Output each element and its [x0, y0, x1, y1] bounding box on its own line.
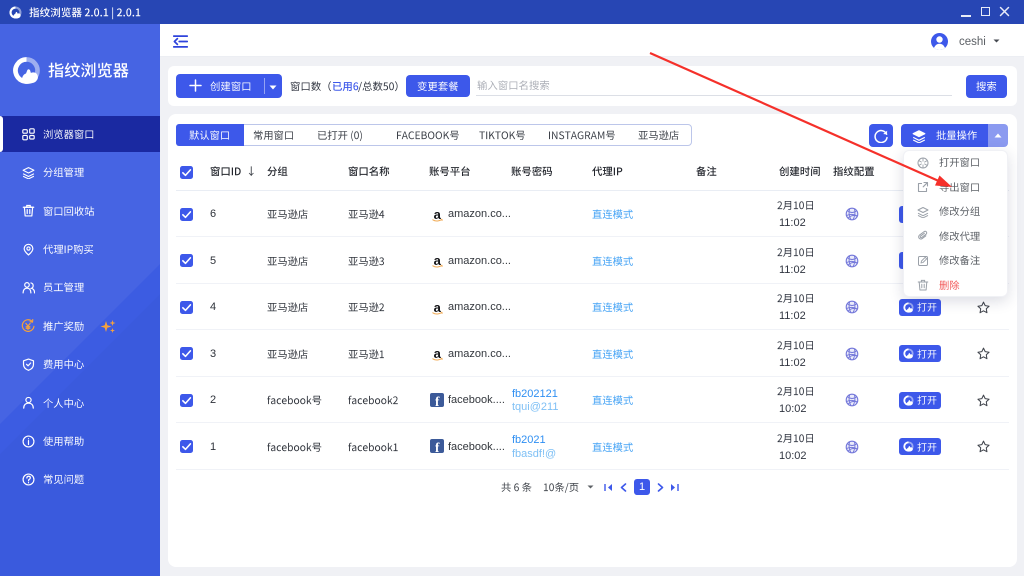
svg-text:f: f	[435, 394, 440, 407]
svg-text:f: f	[435, 440, 440, 453]
